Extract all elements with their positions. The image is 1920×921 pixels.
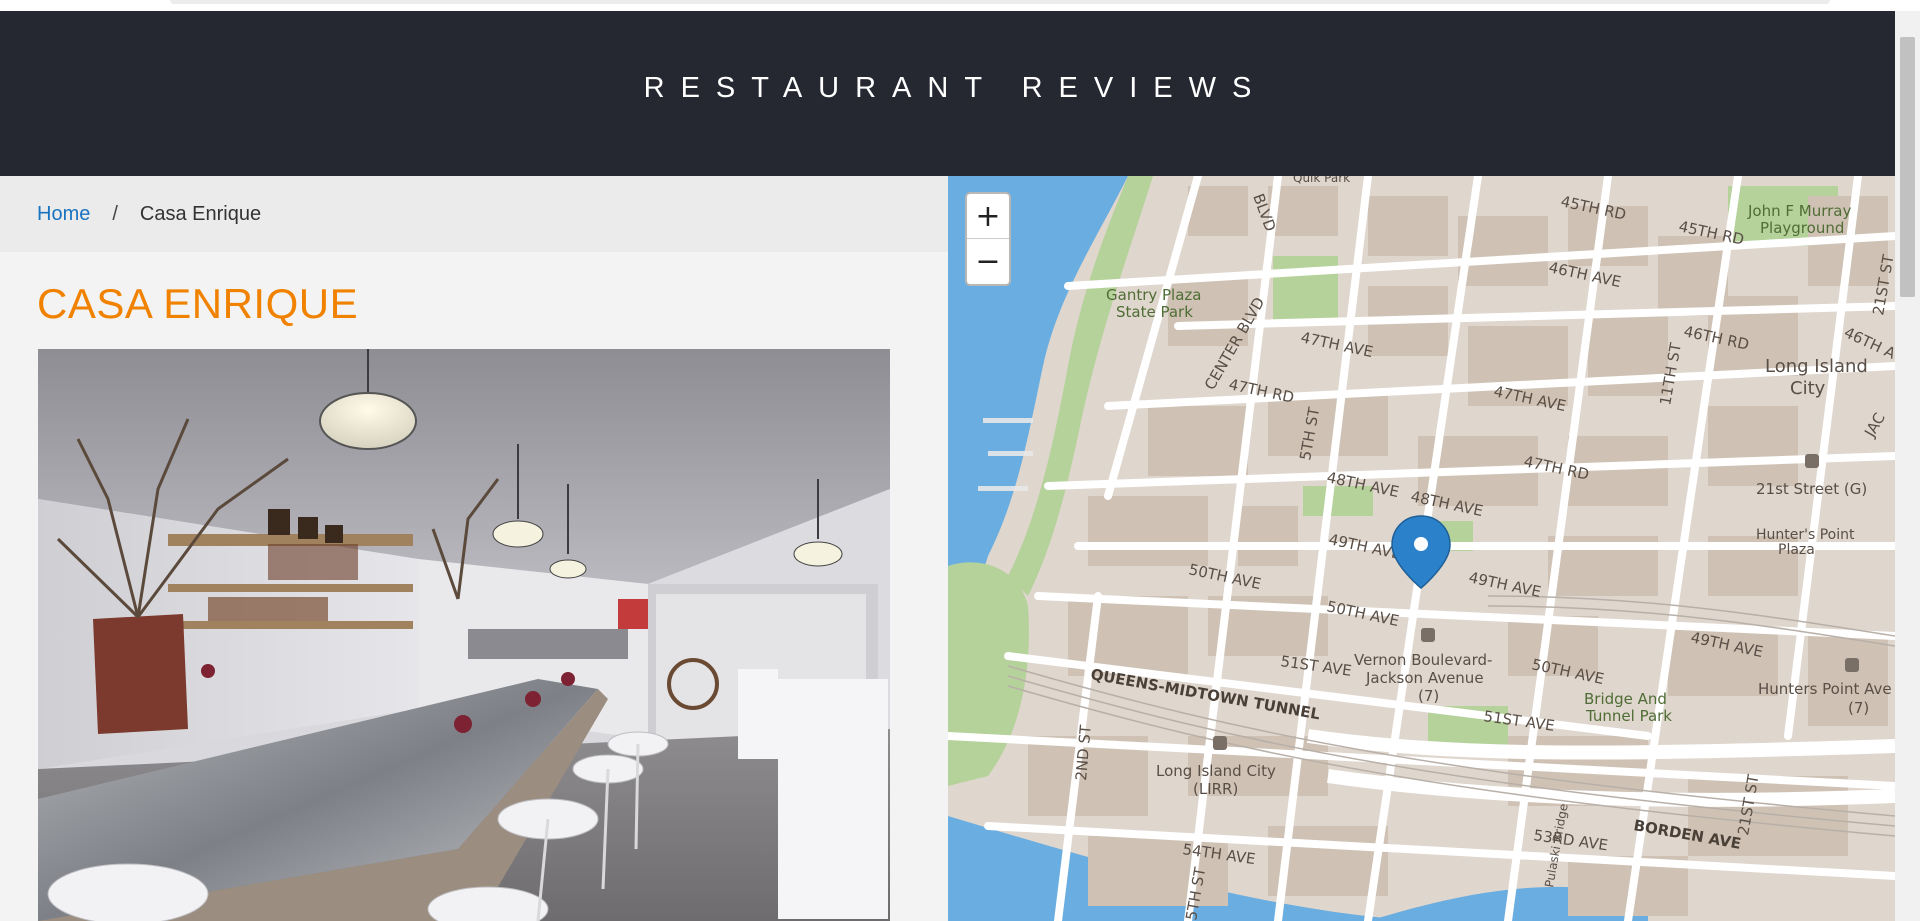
restaurant-panel: Home / Casa Enrique CASA ENRIQUE xyxy=(0,176,948,921)
map-label: City xyxy=(1790,378,1826,399)
address-bar-edge xyxy=(170,0,1830,4)
map-label: Plaza xyxy=(1778,542,1815,558)
map-label: Long Island City xyxy=(1156,762,1276,780)
site-title: RESTAURANT REVIEWS xyxy=(643,72,1268,104)
page-scrollbar[interactable] xyxy=(1895,11,1920,921)
breadcrumb-separator: / xyxy=(112,202,118,225)
map[interactable]: Quik Park BLVD 45TH RD 45TH RD John F Mu… xyxy=(948,176,1895,921)
zoom-control: + − xyxy=(965,192,1011,286)
restaurant-name: CASA ENRIQUE xyxy=(37,280,359,327)
map-label: Vernon Boulevard- xyxy=(1354,651,1492,669)
map-label: Hunters Point Ave xyxy=(1758,680,1892,698)
map-label: Playground xyxy=(1760,219,1844,237)
breadcrumb: Home / Casa Enrique xyxy=(0,176,948,252)
map-label: Gantry Plaza xyxy=(1106,286,1202,304)
restaurant-photo xyxy=(38,349,890,921)
map-label: Hunter's Point xyxy=(1756,527,1855,543)
map-label: (7) xyxy=(1418,687,1439,705)
restaurant-photo-illustration xyxy=(38,349,890,921)
map-label: Quik Park xyxy=(1293,176,1350,185)
map-label: Jackson Avenue xyxy=(1365,669,1484,687)
map-tiles[interactable]: Quik Park BLVD 45TH RD 45TH RD John F Mu… xyxy=(948,176,1895,921)
map-label: Bridge And xyxy=(1584,690,1667,708)
map-label: (LIRR) xyxy=(1193,780,1238,798)
breadcrumb-home-link[interactable]: Home xyxy=(37,203,90,226)
map-label: Tunnel Park xyxy=(1585,707,1672,725)
scrollbar-thumb[interactable] xyxy=(1900,37,1915,297)
site-header: RESTAURANT REVIEWS xyxy=(0,11,1895,176)
zoom-out-button[interactable]: − xyxy=(967,239,1009,284)
map-label: (7) xyxy=(1848,699,1869,717)
map-label: Long Island xyxy=(1765,356,1868,377)
zoom-in-button[interactable]: + xyxy=(967,194,1009,239)
breadcrumb-current: Casa Enrique xyxy=(139,202,262,225)
map-label: State Park xyxy=(1116,303,1193,321)
map-label: John F Murray xyxy=(1747,202,1851,220)
map-label: 21st Street (G) xyxy=(1756,480,1867,498)
